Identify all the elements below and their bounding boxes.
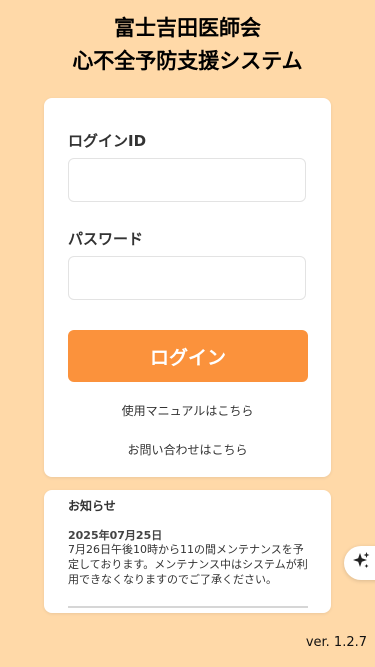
login-id-input[interactable] <box>68 158 306 202</box>
app-title-line2: 心不全予防支援システム <box>72 49 303 73</box>
sparkle-icon <box>351 551 371 575</box>
manual-link[interactable]: 使用マニュアルはこちら <box>44 402 331 419</box>
assistant-button[interactable] <box>344 546 375 580</box>
contact-link[interactable]: お問い合わせはこちら <box>44 441 331 458</box>
notice-heading: お知らせ <box>68 499 116 513</box>
notice-body: 7月26日午後10時から11の間メンテナンスを予定しております。メンテナンス中は… <box>68 543 308 586</box>
password-label: パスワード <box>68 230 144 248</box>
app-title-line1: 富士吉田医師会 <box>114 16 261 40</box>
notice-card[interactable]: お知らせ 2025年07月25日 7月26日午後10時から11の間メンテナンスを… <box>44 490 331 613</box>
login-id-label: ログインID <box>68 132 147 150</box>
login-card: ログインID パスワード ログイン 使用マニュアルはこちら お問い合わせはこちら <box>44 98 331 477</box>
notice-divider <box>68 606 308 608</box>
password-input[interactable] <box>68 256 306 300</box>
login-button[interactable]: ログイン <box>68 330 308 382</box>
version-label: ver. 1.2.7 <box>305 635 367 650</box>
notice-date: 2025年07月25日 <box>68 529 163 542</box>
